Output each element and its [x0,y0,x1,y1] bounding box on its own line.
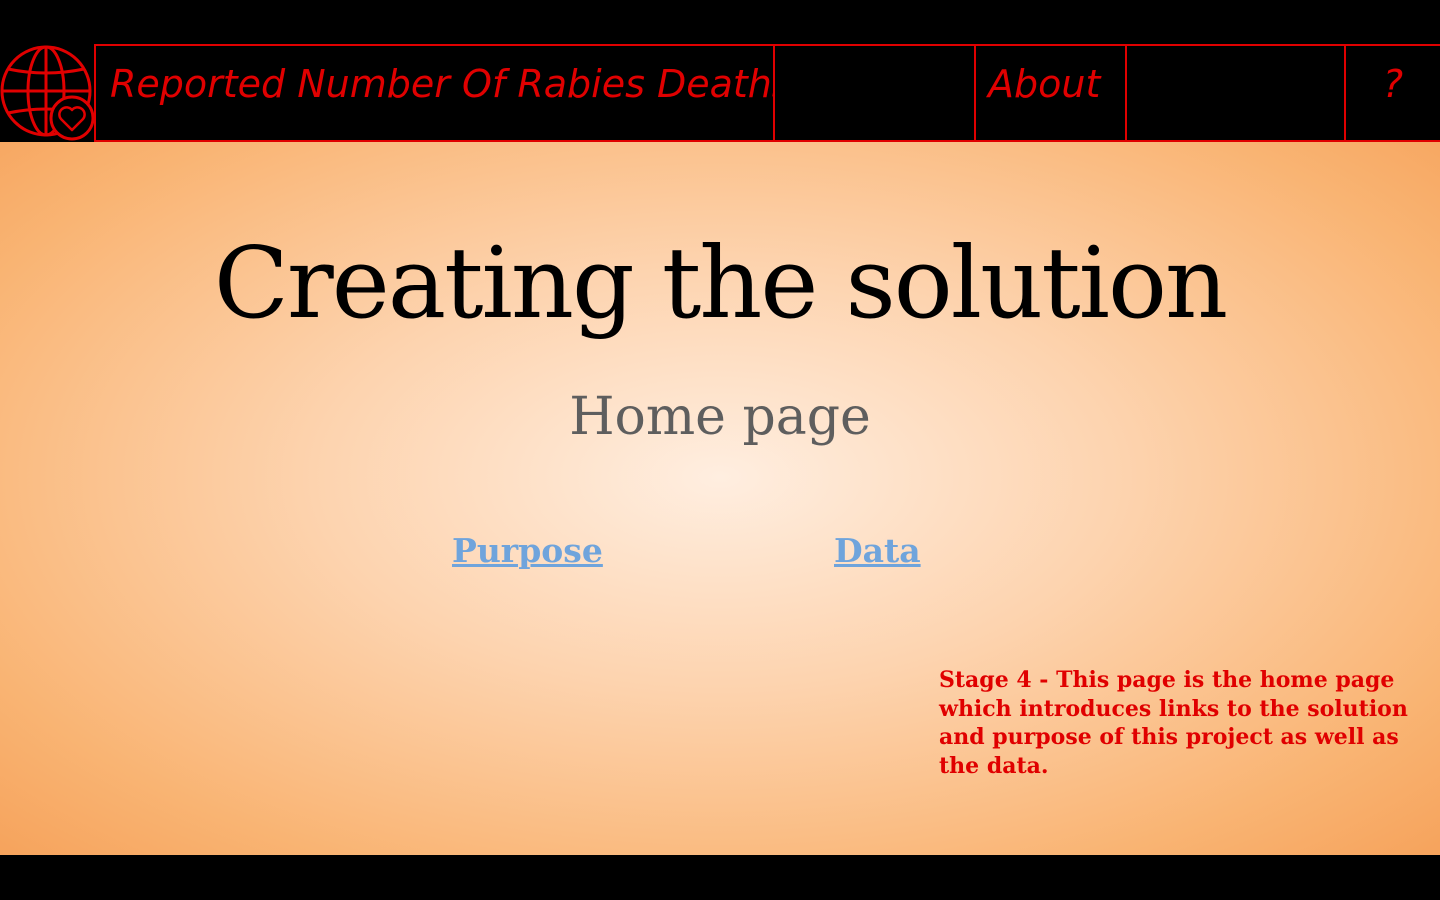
top-bar [0,0,1440,44]
nav-about-link[interactable]: About [974,44,1128,142]
nav-help-link[interactable]: ? [1344,44,1440,142]
bottom-bar [0,855,1440,900]
stage-note: Stage 4 - This page is the home page whi… [939,667,1408,779]
navbar: Reported Number Of Rabies Deaths About ? [0,44,1440,142]
globe-heart-icon[interactable] [0,44,96,142]
page-subheading: Home page [569,387,871,447]
nav-empty-cell [773,44,976,142]
purpose-link[interactable]: Purpose [452,528,603,574]
nav-empty-cell [1125,44,1347,142]
site-title[interactable]: Reported Number Of Rabies Deaths [94,44,777,142]
data-link[interactable]: Data [834,528,921,574]
page-headline: Creating the solution [213,227,1228,341]
main-content: Creating the solution Home page Purpose … [0,142,1440,855]
